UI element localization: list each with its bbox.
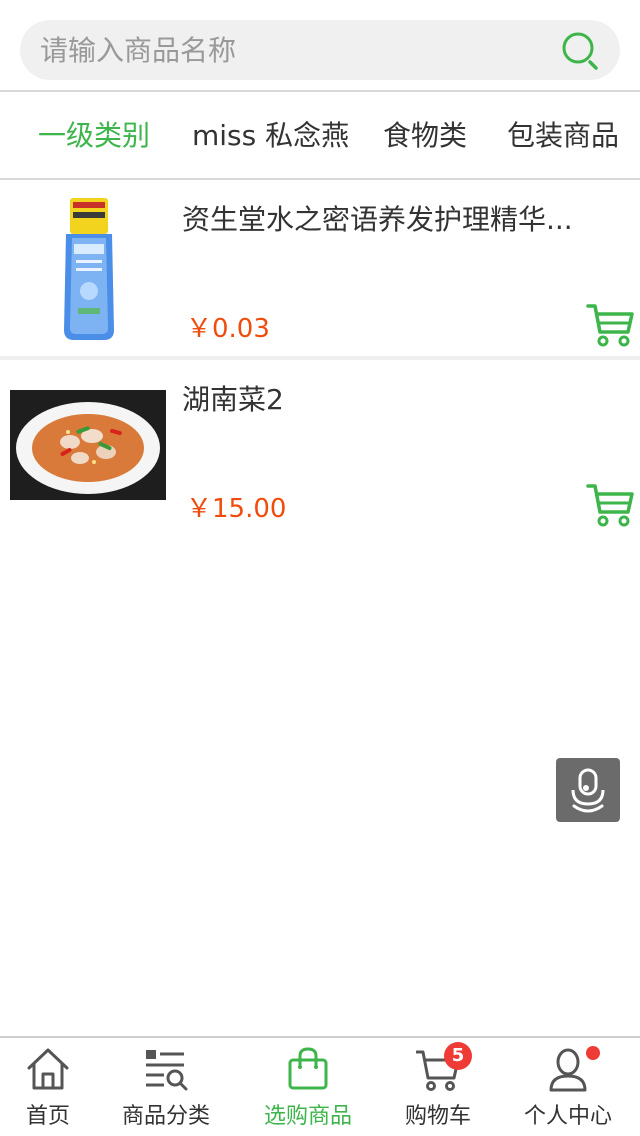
tab-label: 商品分类 — [121, 1104, 210, 1129]
search-bar — [0, 0, 640, 92]
cart-count-badge: 5 — [444, 1042, 472, 1070]
tab-label: 购物车 — [404, 1104, 471, 1129]
product-price: ￥15.00 — [186, 494, 287, 524]
tab-profile[interactable]: 个人中心 — [504, 1038, 632, 1136]
tab-label: 选购商品 — [263, 1104, 352, 1129]
bottom-tab-bar: 首页 商品分类 选购商品 5 购物车 个人中心 — [0, 1036, 640, 1136]
product-image[interactable] — [10, 390, 166, 500]
user-icon — [549, 1048, 587, 1092]
tab-label: 首页 — [25, 1104, 70, 1129]
category-tabs: 一级类别 miss 私念燕 食物类 包装商品 — [0, 92, 640, 180]
product-price: ￥0.03 — [186, 314, 270, 344]
tab-category-2[interactable]: 食物类 — [383, 92, 467, 178]
product-item[interactable]: 资生堂水之密语养发护理精华... ￥0.03 — [0, 180, 640, 356]
add-to-cart-icon[interactable] — [586, 480, 634, 528]
tab-categories[interactable]: 商品分类 — [102, 1038, 230, 1136]
home-icon — [27, 1048, 69, 1090]
product-image[interactable] — [10, 190, 166, 346]
notification-dot — [586, 1046, 600, 1060]
tab-home[interactable]: 首页 — [0, 1038, 112, 1136]
voice-assistant-button[interactable] — [556, 758, 620, 822]
add-to-cart-icon[interactable] — [586, 300, 634, 348]
microphone-icon — [571, 768, 605, 813]
search-input[interactable] — [40, 20, 560, 80]
search-box[interactable] — [20, 20, 620, 80]
category-list-icon — [146, 1050, 188, 1091]
tab-cart[interactable]: 5 购物车 — [374, 1038, 502, 1136]
tab-label: 个人中心 — [523, 1104, 612, 1129]
tab-category-1[interactable]: miss 私念燕 — [192, 92, 349, 178]
tab-category-3[interactable]: 包装商品 — [507, 92, 619, 178]
product-name[interactable]: 资生堂水之密语养发护理精华... — [182, 198, 582, 238]
tab-category-0[interactable]: 一级类别 — [38, 92, 150, 178]
product-item[interactable]: 湖南菜2 ￥15.00 — [0, 360, 640, 536]
tab-shop[interactable]: 选购商品 — [244, 1038, 372, 1136]
product-name[interactable]: 湖南菜2 — [182, 378, 582, 418]
shopping-bag-icon — [288, 1047, 328, 1090]
search-icon[interactable] — [560, 30, 604, 74]
